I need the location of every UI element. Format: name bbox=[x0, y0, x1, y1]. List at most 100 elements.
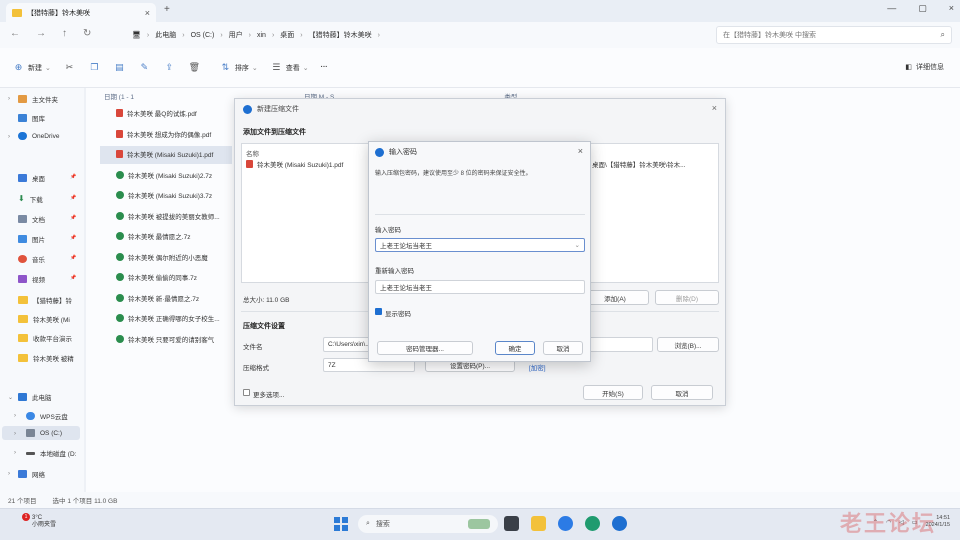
weather-widget[interactable]: 1 3°C 小雨夹雪 bbox=[14, 513, 56, 529]
up-arrow-icon[interactable]: ↑ bbox=[62, 28, 67, 39]
expand-chevron-icon[interactable]: › bbox=[14, 431, 16, 437]
cancel-button[interactable]: 取消 bbox=[543, 341, 583, 355]
expand-chevron-icon[interactable]: ⌄ bbox=[8, 394, 13, 401]
start-button[interactable]: 开始(S) bbox=[583, 385, 643, 400]
view-button[interactable]: ☰ 查看 ⌄ bbox=[270, 61, 308, 74]
label-format: 压缩格式 bbox=[243, 365, 269, 372]
sidebar-item-local-disk[interactable]: 本地磁盘 (D: bbox=[26, 448, 76, 458]
sidebar-item-documents[interactable]: 文档 bbox=[18, 214, 45, 224]
sidebar-item-onedrive[interactable]: OneDrive bbox=[18, 132, 59, 140]
scissors-icon[interactable]: ✂ bbox=[63, 61, 76, 74]
close-window-button[interactable]: × bbox=[949, 3, 954, 14]
sidebar-item-folder-3[interactable]: 收款平台演示 bbox=[18, 333, 72, 343]
password-field[interactable]: 上老王论坛当老王 ⌄ bbox=[375, 238, 585, 252]
sidebar-item-music[interactable]: 音乐 bbox=[18, 254, 45, 264]
selection-info: 选中 1 个项目 11.0 GB bbox=[52, 498, 118, 505]
expand-chevron-icon[interactable]: › bbox=[14, 413, 16, 419]
maximize-button[interactable]: ▢ bbox=[918, 3, 927, 14]
sidebar-item-network[interactable]: 网络 bbox=[18, 469, 45, 479]
breadcrumb-xin[interactable]: xin bbox=[257, 32, 266, 39]
file-row[interactable]: 铃木美咲 想成为你的偶像.pdf bbox=[116, 129, 211, 139]
minimize-button[interactable]: — bbox=[887, 3, 896, 14]
remove-button[interactable]: 删除(D) bbox=[655, 290, 719, 305]
forward-arrow-icon[interactable]: → bbox=[36, 28, 46, 39]
delete-icon[interactable]: 🗑 bbox=[188, 61, 201, 74]
sort-button[interactable]: ⇅ 排序 ⌄ bbox=[219, 61, 258, 74]
folder-icon bbox=[18, 315, 28, 323]
close-icon[interactable]: × bbox=[578, 146, 583, 156]
close-icon[interactable]: × bbox=[712, 103, 717, 113]
confirm-password-field[interactable]: 上老王论坛当老王 bbox=[375, 280, 585, 294]
chevron-down-icon[interactable]: ⌄ bbox=[575, 241, 580, 249]
copy-icon[interactable]: ❐ bbox=[88, 61, 101, 74]
breadcrumb-desktop[interactable]: 桌面 bbox=[280, 30, 294, 40]
sidebar-item-folder-2[interactable]: 铃木美咲 (Mi bbox=[18, 314, 70, 324]
details-pane-button[interactable]: ◧ 详细信息 bbox=[905, 62, 944, 72]
refresh-icon[interactable]: ↻ bbox=[83, 28, 91, 39]
list-item[interactable]: 铃木美咲 (Misaki Suzuki)1.pdf bbox=[246, 159, 343, 169]
sidebar-item-desktop[interactable]: 桌面 bbox=[18, 173, 45, 183]
file-row[interactable]: 铃木美咲 只要可爱的请别客气 bbox=[116, 334, 214, 344]
password-manager-button[interactable]: 密码管理器... bbox=[377, 341, 473, 355]
share-icon[interactable]: ⇪ bbox=[163, 61, 176, 74]
sidebar-item-wps[interactable]: WPS云盘 bbox=[26, 411, 68, 421]
sidebar-item-pictures[interactable]: 图片 bbox=[18, 234, 45, 244]
breadcrumb[interactable]: 🖥 › 此电脑 › OS (C:) › 用户 › xin › 桌面 › 【猎特藤… bbox=[132, 26, 712, 44]
file-row[interactable]: 铃木美咲 偶尔附近的小恶魔 bbox=[116, 252, 208, 262]
cancel-button[interactable]: 取消 bbox=[651, 385, 713, 400]
show-password-label[interactable]: 显示密码 bbox=[385, 308, 411, 318]
column-header-group-1[interactable]: 日期 (1 - 1 bbox=[104, 91, 134, 101]
file-explorer-icon[interactable] bbox=[531, 516, 546, 531]
file-row[interactable]: 铃木美咲 正确得哪的女子校生... bbox=[116, 313, 220, 323]
rename-icon[interactable]: ✎ bbox=[138, 61, 151, 74]
breadcrumb-os-c[interactable]: OS (C:) bbox=[191, 32, 215, 39]
add-button[interactable]: 添加(A) bbox=[581, 290, 649, 305]
breadcrumb-this-pc[interactable]: 此电脑 bbox=[155, 30, 176, 40]
pdf-icon bbox=[116, 150, 123, 158]
edge-icon[interactable] bbox=[585, 516, 600, 531]
archiver-app-icon[interactable] bbox=[612, 516, 627, 531]
sidebar-item-folder-1[interactable]: 【猎特藤】铃 bbox=[18, 295, 72, 305]
windows-start-icon[interactable] bbox=[334, 517, 348, 531]
file-row[interactable]: 铃木美咲 (Misaki Suzuki)1.pdf bbox=[116, 149, 213, 159]
file-row[interactable]: 铃木美咲 最Q的试炼.pdf bbox=[116, 108, 197, 118]
task-view-icon[interactable] bbox=[504, 516, 519, 531]
tab-current-folder[interactable]: 【猎特藤】铃木美咲 × bbox=[6, 3, 156, 22]
sidebar-item-this-pc[interactable]: 此电脑 bbox=[18, 392, 52, 402]
breadcrumb-users[interactable]: 用户 bbox=[229, 30, 243, 40]
expand-chevron-icon[interactable]: › bbox=[8, 134, 10, 140]
ok-button[interactable]: 确定 bbox=[495, 341, 535, 355]
browser-icon[interactable] bbox=[558, 516, 573, 531]
address-bar: ← → ↑ ↻ 🖥 › 此电脑 › OS (C:) › 用户 › xin › 桌… bbox=[0, 22, 960, 48]
paste-icon[interactable]: ▤ bbox=[113, 61, 126, 74]
file-row[interactable]: 铃木美咲 被提拔的美丽女教师... bbox=[116, 211, 220, 221]
taskbar-search[interactable]: ⌕ 搜索 bbox=[358, 515, 498, 533]
archive-7z-icon bbox=[116, 253, 124, 261]
sidebar-item-home[interactable]: 主文件夹 bbox=[18, 94, 58, 104]
more-options-button[interactable]: ··· bbox=[321, 64, 328, 71]
pdf-icon bbox=[116, 130, 123, 138]
back-arrow-icon[interactable]: ← bbox=[10, 28, 20, 39]
new-tab-button[interactable]: + bbox=[164, 4, 170, 15]
file-row[interactable]: 铃木美咲 (Misaki Suzuki)3.7z bbox=[116, 190, 212, 200]
breadcrumb-current-folder[interactable]: 【猎特藤】铃木美咲 bbox=[309, 30, 372, 40]
sidebar-item-gallery[interactable]: 图库 bbox=[18, 113, 45, 123]
sidebar-item-folder-4[interactable]: 铃木美咲 被精 bbox=[18, 353, 74, 363]
expand-chevron-icon[interactable]: › bbox=[8, 471, 10, 477]
new-button[interactable]: ⊕ 新建 ⌄ bbox=[12, 61, 51, 74]
sidebar-item-os-c[interactable]: OS (C:) bbox=[26, 429, 62, 437]
file-row[interactable]: 铃木美咲 最情愿之.7z bbox=[116, 231, 190, 241]
file-row[interactable]: 铃木美咲 偷偷的同事.7z bbox=[116, 272, 197, 282]
file-row[interactable]: 铃木美咲 (Misaki Suzuki)2.7z bbox=[116, 170, 212, 180]
more-options-label[interactable]: 更多选项... bbox=[253, 389, 284, 399]
expand-chevron-icon[interactable]: › bbox=[14, 450, 16, 456]
sidebar-item-videos[interactable]: 视频 bbox=[18, 274, 45, 284]
search-input[interactable]: 在【猎特藤】铃木美咲 中搜索 ⌕ bbox=[716, 26, 952, 44]
tab-close-button[interactable]: × bbox=[145, 8, 150, 18]
more-options-checkbox[interactable] bbox=[243, 389, 250, 396]
show-password-checkbox[interactable] bbox=[375, 308, 382, 315]
sidebar-item-downloads[interactable]: ⬇ 下载 bbox=[18, 194, 43, 205]
expand-chevron-icon[interactable]: › bbox=[8, 96, 10, 102]
file-row[interactable]: 铃木美咲 新·最情愿之.7z bbox=[116, 293, 199, 303]
browse-button[interactable]: 浏览(B)... bbox=[657, 337, 719, 352]
